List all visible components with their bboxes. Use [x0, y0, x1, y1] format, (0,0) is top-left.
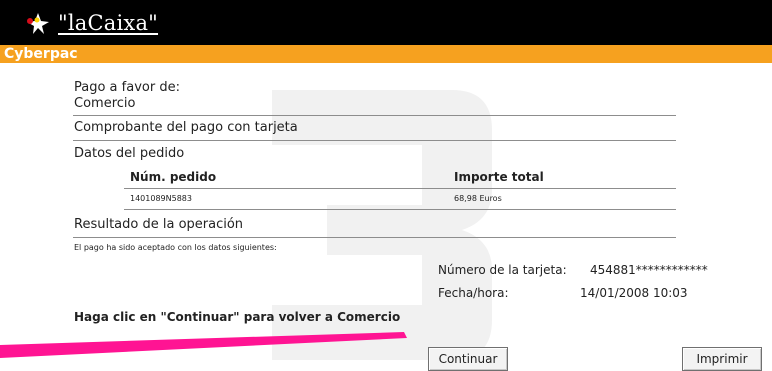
result-message: El pago ha sido aceptado con los datos s… [74, 243, 277, 252]
continue-button[interactable]: Continuar [428, 347, 508, 371]
card-number-label: Número de la tarjeta: [438, 263, 567, 277]
order-number-header: Núm. pedido [130, 170, 217, 184]
divider [73, 140, 676, 141]
divider [73, 237, 676, 238]
result-section-title: Resultado de la operación [74, 217, 244, 232]
order-section-title: Datos del pedido [74, 146, 185, 161]
table-divider [124, 209, 676, 210]
table-divider [124, 188, 676, 189]
merchant-name: Comercio [74, 96, 136, 111]
total-amount-value: 68,98 Euros [454, 194, 502, 203]
pay-to-label: Pago a favor de: [74, 80, 180, 95]
order-number-value: 1401089N5883 [130, 194, 192, 203]
print-button[interactable]: Imprimir [682, 347, 762, 371]
card-number-value: 454881************ [590, 263, 708, 277]
datetime-value: 14/01/2008 10:03 [580, 286, 688, 300]
total-amount-header: Importe total [454, 170, 544, 184]
datetime-label: Fecha/hora: [438, 286, 509, 300]
continue-instruction: Haga clic en "Continuar" para volver a C… [74, 310, 401, 324]
receipt-title: Comprobante del pago con tarjeta [74, 120, 298, 135]
divider [73, 115, 676, 116]
payment-receipt: Pago a favor de: Comercio Comprobante de… [0, 0, 772, 371]
